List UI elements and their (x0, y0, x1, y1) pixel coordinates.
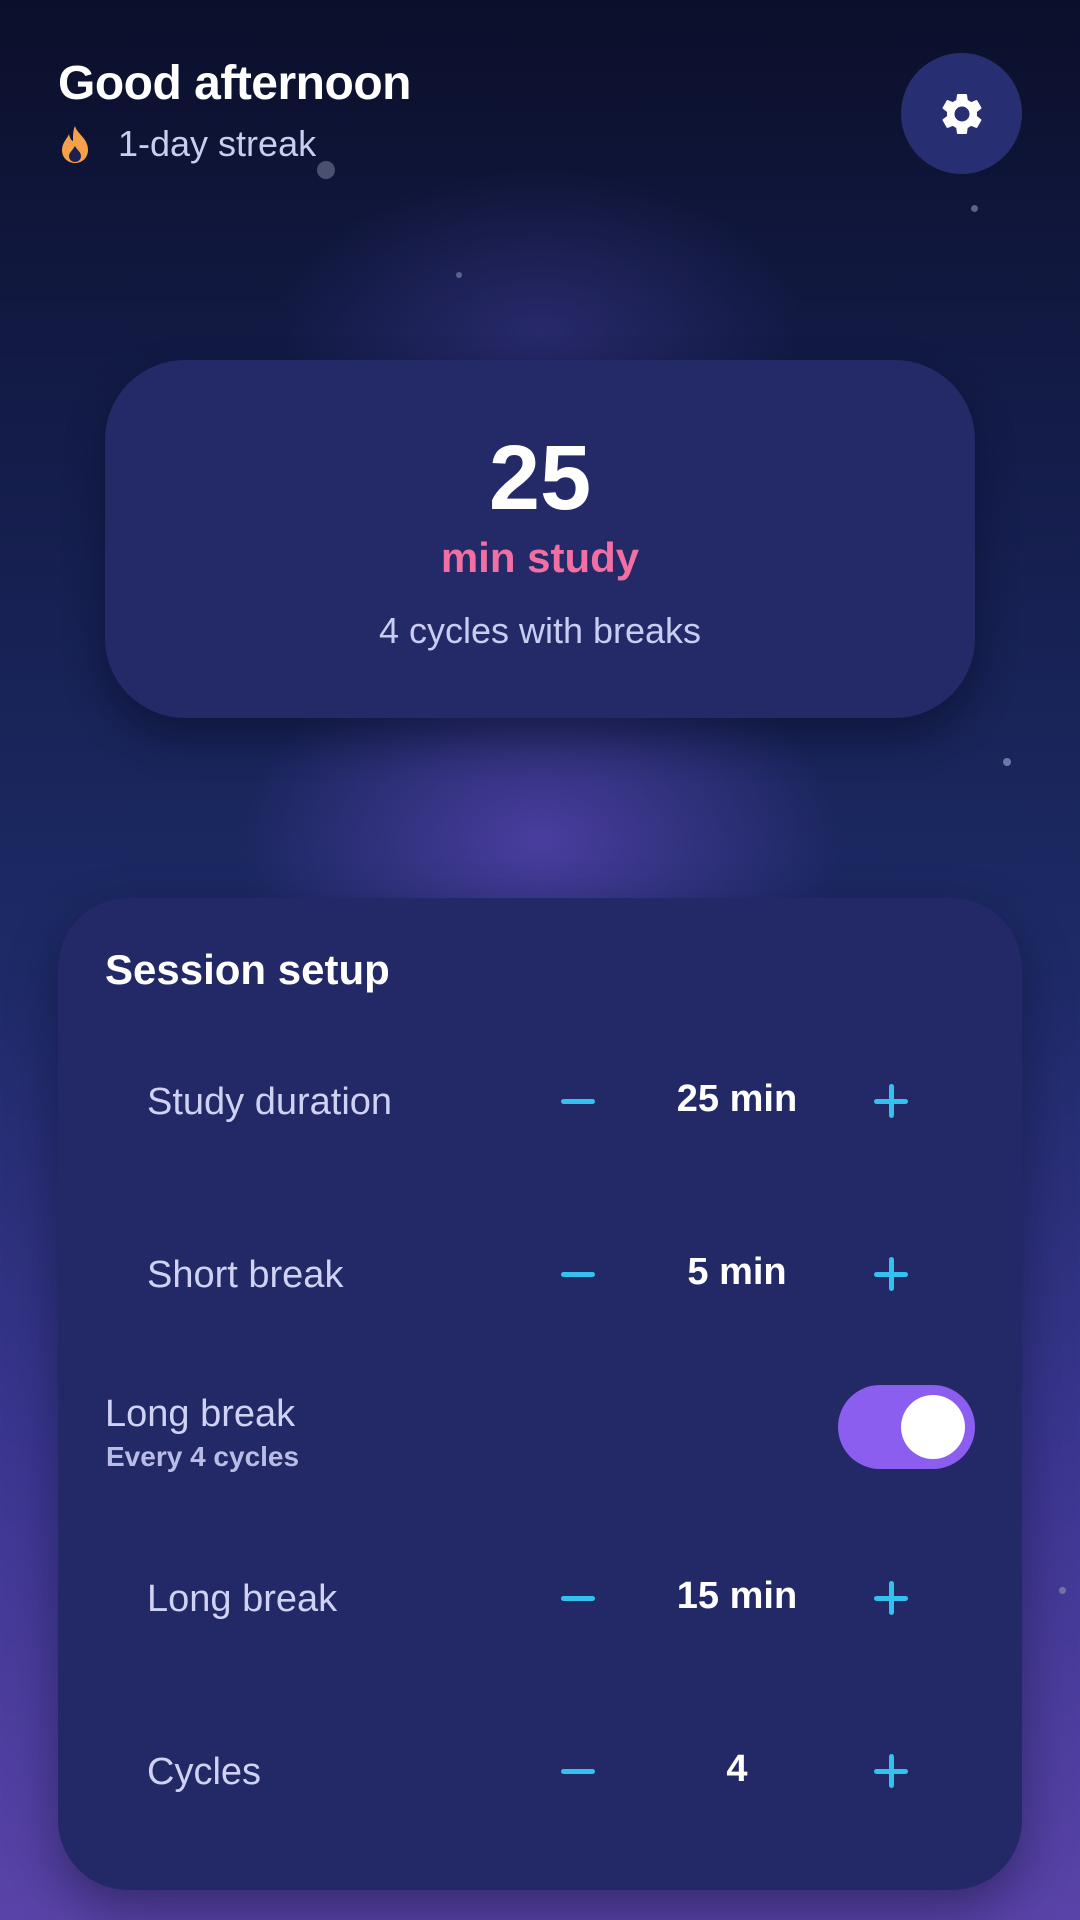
cycles-value: 4 (726, 1748, 748, 1790)
background-dot (971, 205, 978, 212)
study-duration-value: 25 min (676, 1078, 798, 1120)
long-break-value: 15 min (676, 1575, 798, 1617)
cycles-row: Cycles 4 (58, 1731, 1022, 1811)
streak-text: 1-day streak (118, 123, 317, 164)
gear-icon (942, 93, 981, 134)
study-duration-label: Study duration (147, 1081, 393, 1123)
session-setup-title: Session setup (105, 946, 390, 993)
long-break-toggle-switch[interactable] (838, 1385, 975, 1469)
long-break-decrease-button[interactable] (538, 1558, 618, 1638)
long-break-toggle-title: Long break (105, 1393, 296, 1435)
short-break-row: Short break 5 min (58, 1234, 1022, 1314)
settings-button[interactable] (901, 53, 1022, 174)
cycles-summary: 4 cycles with breaks (378, 610, 702, 651)
long-break-toggle-subtitle: Every 4 cycles (106, 1441, 300, 1472)
short-break-value: 5 min (687, 1251, 787, 1293)
study-minutes-display: 25 (488, 427, 592, 529)
background-dot (1003, 758, 1011, 766)
background-dot (1059, 1587, 1066, 1594)
greeting-title: Good afternoon (58, 57, 411, 110)
short-break-decrease-button[interactable] (538, 1234, 618, 1314)
study-unit-label: min study (440, 534, 640, 581)
flame-icon (62, 126, 88, 163)
cycles-decrease-button[interactable] (538, 1731, 618, 1811)
cycles-label: Cycles (147, 1751, 262, 1793)
cycles-increase-button[interactable] (851, 1731, 931, 1811)
greeting-header: Good afternoon 1-day streak (58, 56, 411, 165)
short-break-increase-button[interactable] (851, 1234, 931, 1314)
long-break-label: Long break (147, 1578, 338, 1620)
long-break-increase-button[interactable] (851, 1558, 931, 1638)
study-duration-increase-button[interactable] (851, 1061, 931, 1141)
streak-indicator: 1-day streak (58, 123, 411, 165)
session-summary-card: 25 min study 4 cycles with breaks (105, 360, 975, 718)
toggle-knob (901, 1395, 965, 1459)
long-break-row: Long break 15 min (58, 1558, 1022, 1638)
study-duration-row: Study duration 25 min (58, 1061, 1022, 1141)
short-break-label: Short break (147, 1254, 344, 1296)
study-duration-decrease-button[interactable] (538, 1061, 618, 1141)
background-dot (456, 272, 462, 278)
